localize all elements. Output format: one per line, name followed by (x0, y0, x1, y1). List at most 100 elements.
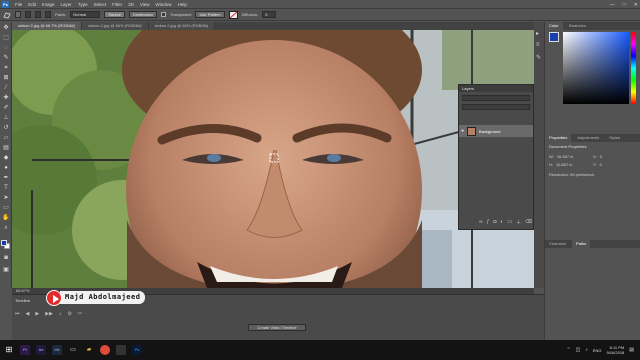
menu-window[interactable]: Window (156, 2, 172, 7)
color-fg-swatch[interactable] (549, 32, 559, 42)
path-select-tool-icon[interactable]: ➤ (2, 194, 10, 202)
menu-help[interactable]: Help (178, 2, 187, 7)
healing-brush-tool-icon[interactable]: ✚ (2, 94, 10, 102)
properties-icon[interactable]: ≡ (536, 42, 540, 48)
tab-paths[interactable]: Paths (571, 240, 591, 248)
volume-icon[interactable]: ♪ (585, 347, 588, 353)
subtract-selection-icon[interactable] (35, 11, 41, 18)
zoom-tool-icon[interactable]: ⌕ (2, 224, 10, 232)
menu-image[interactable]: Image (42, 2, 55, 7)
network-icon[interactable]: ◫ (576, 347, 581, 353)
shape-tool-icon[interactable]: ▭ (2, 204, 10, 212)
menu-edit[interactable]: Edit (28, 2, 36, 7)
tab-document-1[interactable]: sinkon 2.jpg @ 66.7% (RGB/8#) (12, 22, 82, 30)
use-pattern-button[interactable]: Use Pattern (195, 11, 225, 18)
eraser-tool-icon[interactable]: ▱ (2, 134, 10, 142)
type-tool-icon[interactable]: T (2, 184, 10, 192)
tab-document-2[interactable]: sinkon 2.jpg @ 66% (RGB/8#) (81, 22, 149, 30)
settings-icon[interactable]: ⚙ (67, 311, 71, 317)
app-icon[interactable] (116, 345, 126, 355)
width-value[interactable]: 16.667 in (557, 154, 573, 159)
blend-mode-select[interactable] (462, 104, 530, 110)
brush-tool-icon[interactable]: ✐ (2, 104, 10, 112)
diffusion-input[interactable]: 5 (262, 11, 277, 18)
layer-filter-select[interactable] (462, 95, 530, 101)
first-frame-icon[interactable]: ⏮ (15, 311, 20, 317)
task-view-icon[interactable]: ▭ (68, 345, 78, 355)
patch-tool-icon[interactable] (3, 11, 11, 19)
hand-tool-icon[interactable]: ✋ (2, 214, 10, 222)
menu-filter[interactable]: Filter (112, 2, 122, 7)
pattern-swatch-icon[interactable] (228, 10, 238, 19)
eyedropper-tool-icon[interactable]: ⁄ (2, 84, 10, 92)
audio-icon[interactable]: ♪ (59, 311, 62, 317)
media-encoder-icon[interactable]: Me (52, 345, 62, 355)
marquee-tool-icon[interactable]: ⬚ (2, 34, 10, 42)
foreground-color-swatch[interactable] (1, 240, 7, 246)
menu-file[interactable]: File (15, 2, 22, 7)
pen-tool-icon[interactable]: ✒ (2, 174, 10, 182)
quick-select-tool-icon[interactable]: ✎ (2, 54, 10, 62)
chrome-icon[interactable] (100, 345, 110, 355)
height-value[interactable]: 16.667 in (556, 162, 572, 167)
intersect-selection-icon[interactable] (45, 11, 51, 18)
tab-styles[interactable]: Styles (605, 134, 624, 142)
after-effects-icon[interactable]: Ae (36, 345, 46, 355)
group-icon[interactable]: ▭ (507, 219, 512, 226)
fx-icon[interactable]: ƒ (487, 219, 490, 226)
lasso-tool-icon[interactable]: ◌ (2, 44, 10, 52)
maximize-icon[interactable]: □ (623, 2, 626, 8)
transparent-checkbox[interactable] (161, 12, 167, 17)
eye-icon[interactable]: ● (461, 128, 464, 134)
tab-properties[interactable]: Properties (545, 134, 572, 142)
blur-tool-icon[interactable]: ◆ (2, 154, 10, 162)
new-selection-icon[interactable] (15, 11, 21, 18)
notification-icon[interactable]: ▤ (629, 347, 634, 353)
crop-tool-icon[interactable]: ⌗ (2, 64, 10, 72)
dodge-tool-icon[interactable]: ● (2, 164, 10, 172)
create-video-timeline-button[interactable]: Create Video Timeline (248, 324, 306, 331)
tab-channels[interactable]: Channels (545, 240, 570, 248)
prev-frame-icon[interactable]: ◀ (26, 311, 30, 317)
new-layer-icon[interactable]: ＋ (516, 219, 521, 226)
next-frame-icon[interactable]: ▶▶ (45, 311, 53, 317)
source-button[interactable]: Source (104, 11, 126, 18)
tab-swatches[interactable]: Swatches (565, 22, 590, 30)
clone-stamp-tool-icon[interactable]: ⊥ (2, 114, 10, 122)
adjustment-icon[interactable]: ◐ (500, 219, 503, 226)
destination-button[interactable]: Destination (129, 11, 158, 18)
y-value[interactable]: 0 (600, 162, 602, 167)
x-value[interactable]: 0 (600, 154, 602, 159)
photoshop-taskbar-icon[interactable]: Ps (132, 345, 142, 355)
play-icon[interactable]: ▶ (35, 311, 39, 317)
history-icon[interactable]: ▸ (536, 30, 539, 37)
tab-adjustments[interactable]: Adjustments (573, 134, 603, 142)
layer-name[interactable]: Background (479, 129, 500, 134)
menu-select[interactable]: Select (94, 2, 107, 7)
add-selection-icon[interactable] (25, 11, 31, 18)
history-brush-tool-icon[interactable]: ↺ (2, 124, 10, 132)
chevron-up-icon[interactable]: ⌃ (566, 347, 570, 353)
frame-tool-icon[interactable]: ⊠ (2, 74, 10, 82)
minimize-icon[interactable]: — (610, 2, 615, 8)
hue-slider[interactable] (631, 32, 636, 104)
menu-type[interactable]: Type (78, 2, 88, 7)
delete-layer-icon[interactable]: ⌫ (525, 219, 532, 226)
language-indicator[interactable]: ENG (593, 348, 602, 353)
brush-settings-icon[interactable]: ✎ (536, 54, 541, 61)
close-icon[interactable]: ✕ (634, 2, 638, 8)
clock[interactable]: 8:11 PM 9/16/2018 (606, 345, 624, 355)
tab-color[interactable]: Color (545, 22, 563, 30)
quick-mask-icon[interactable]: ◙ (2, 254, 10, 262)
menu-layer[interactable]: Layer (61, 2, 72, 7)
tab-document-3[interactable]: sinkon 2.jpg @ 66% (RGB/8#) (148, 22, 216, 30)
menu-3d[interactable]: 3D (128, 2, 134, 7)
layer-row[interactable]: ● Background (459, 125, 533, 137)
file-explorer-icon[interactable]: ▰ (84, 345, 94, 355)
windows-start-icon[interactable]: ⊞ (4, 345, 14, 355)
color-picker-field[interactable] (563, 32, 629, 104)
menu-view[interactable]: View (140, 2, 150, 7)
patch-mode-select[interactable]: Normal (70, 11, 101, 18)
premiere-icon[interactable]: Pr (20, 345, 30, 355)
gradient-tool-icon[interactable]: ▤ (2, 144, 10, 152)
